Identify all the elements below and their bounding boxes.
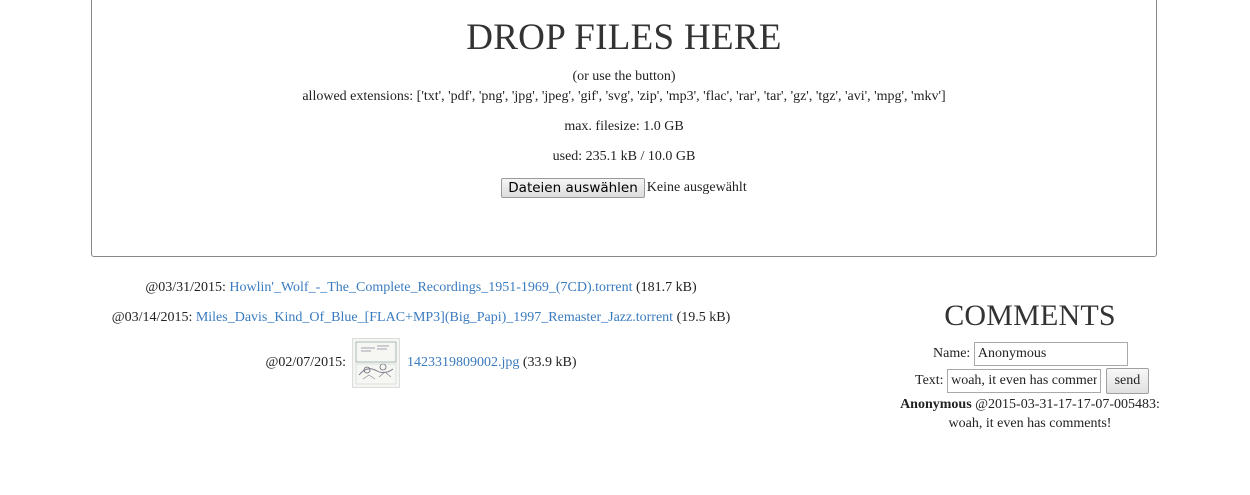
file-date: @03/14/2015: [111, 310, 193, 325]
image-thumbnail[interactable] [351, 337, 400, 388]
text-row: Text: send [915, 368, 1150, 394]
file-selection-status: Keine ausgewählt [646, 180, 747, 195]
drop-zone-title: DROP FILES HERE [466, 17, 782, 58]
comment-text: woah, it even has comments! [948, 416, 1112, 431]
comment-timestamp: @2015-03-31-17-17-07-005483: [975, 397, 1160, 412]
comment-header: Anonymous @2015-03-31-17-17-07-005483: [890, 395, 1170, 414]
allowed-extensions: allowed extensions: ['txt', 'pdf', 'png'… [302, 89, 946, 104]
file-size: (19.5 kB) [676, 310, 731, 325]
file-size: (181.7 kB) [635, 280, 697, 295]
choose-files-button[interactable]: Dateien auswählen [501, 178, 645, 198]
comment-entry: Anonymous @2015-03-31-17-17-07-005483: w… [890, 395, 1170, 433]
file-drop-zone[interactable]: DROP FILES HERE (or use the button) allo… [91, 0, 1157, 257]
file-link[interactable]: Howlin'_Wolf_-_The_Complete_Recordings_1… [229, 280, 632, 295]
comic-strip-thumbnail-icon [353, 339, 398, 386]
file-size: (33.9 kB) [522, 355, 577, 370]
list-item: @03/14/2015: Miles_Davis_Kind_Of_Blue_[F… [91, 309, 751, 327]
list-item: @02/07/2015: 1423319809002.jpg (33.9 kB) [91, 336, 751, 390]
name-row: Name: [933, 342, 1128, 366]
comment-text-input[interactable] [947, 369, 1102, 393]
name-label: Name: [933, 346, 971, 362]
name-input[interactable] [973, 342, 1128, 366]
file-link[interactable]: 1423319809002.jpg [407, 355, 519, 370]
file-date: @02/07/2015: [265, 355, 346, 370]
comments-panel: COMMENTS Name: Text: send Anonymous @201… [890, 298, 1170, 431]
file-chooser: Dateien auswählen Keine ausgewählt [92, 178, 1156, 198]
list-item: @03/31/2015: Howlin'_Wolf_-_The_Complete… [91, 279, 751, 297]
send-button[interactable]: send [1105, 368, 1150, 394]
max-filesize: max. filesize: 1.0 GB [564, 119, 684, 134]
storage-used: used: 235.1 kB / 10.0 GB [552, 149, 696, 164]
comment-author: Anonymous [900, 397, 972, 412]
text-label: Text: [915, 373, 944, 389]
file-link[interactable]: Miles_Davis_Kind_Of_Blue_[FLAC+MP3](Big_… [196, 310, 673, 325]
file-date: @03/31/2015: [145, 280, 226, 295]
drop-zone-hint: (or use the button) [572, 69, 676, 84]
comments-title: COMMENTS [944, 299, 1116, 332]
